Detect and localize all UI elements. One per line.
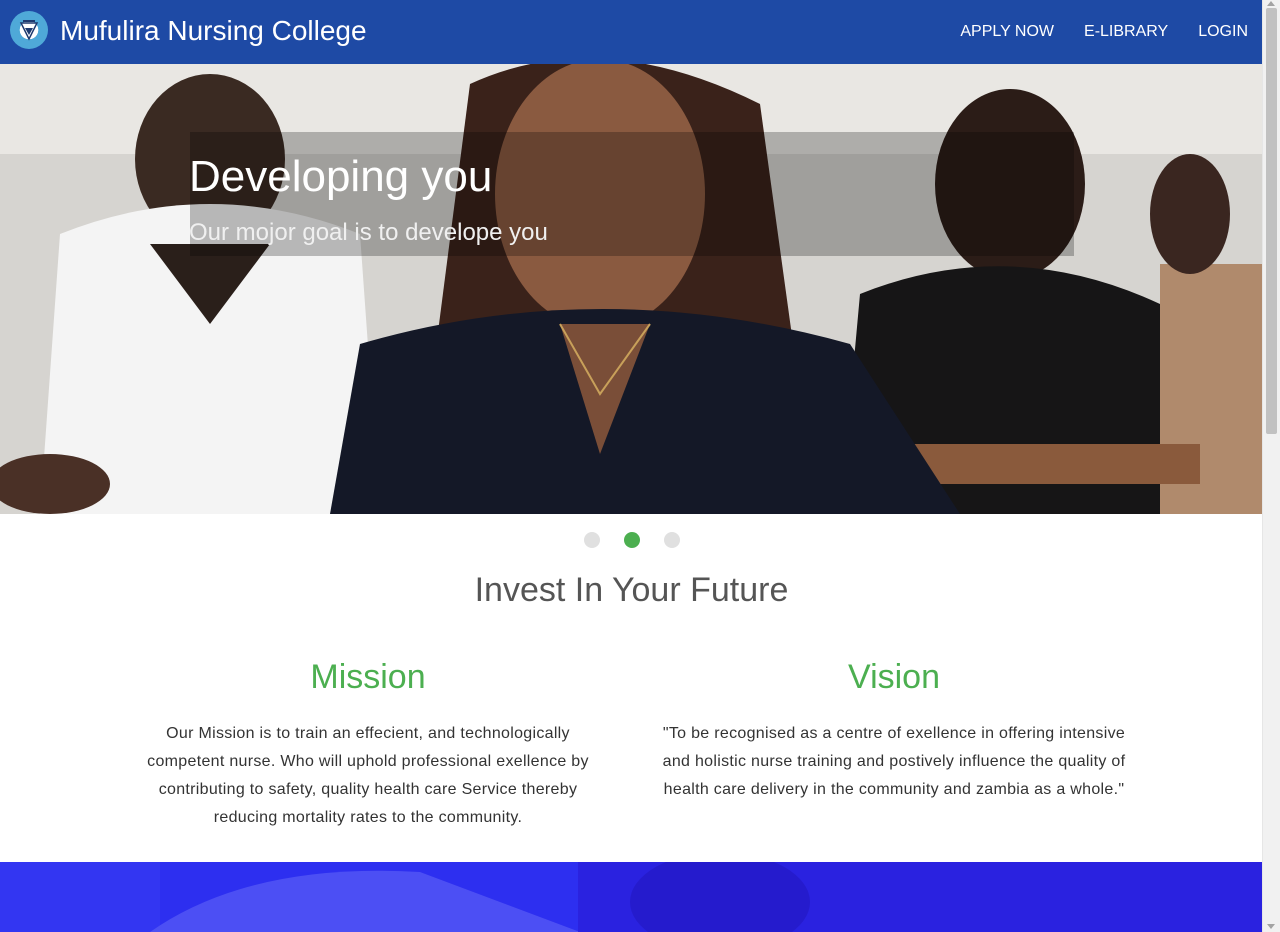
navbar: Mufulira Nursing College APPLY NOW E-LIB… xyxy=(0,0,1263,64)
nav-apply-now[interactable]: APPLY NOW xyxy=(960,23,1054,41)
hero-title: Developing you xyxy=(189,152,493,201)
carousel-indicator-3[interactable] xyxy=(664,532,680,548)
mission-text: Our Mission is to train an effecient, an… xyxy=(147,725,589,826)
vision-heading: Vision xyxy=(848,658,940,696)
brand-name[interactable]: Mufulira Nursing College xyxy=(60,14,367,48)
carousel-indicators xyxy=(584,532,704,548)
mission-heading: Mission xyxy=(310,658,426,696)
hero-carousel[interactable]: Developing you Our mojor goal is to deve… xyxy=(0,64,1263,514)
scrollbar-thumb[interactable] xyxy=(1266,8,1277,434)
page-scrollbar[interactable] xyxy=(1262,0,1280,932)
carousel-indicator-1[interactable] xyxy=(584,532,600,548)
college-crest-icon[interactable] xyxy=(10,11,48,49)
mission-column: Mission Our Mission is to train an effec… xyxy=(133,656,603,832)
nav-e-library[interactable]: E-LIBRARY xyxy=(1084,23,1168,41)
nav-login[interactable]: LOGIN xyxy=(1198,23,1248,41)
scroll-up-icon[interactable] xyxy=(1267,1,1275,6)
nav-links: APPLY NOW E-LIBRARY LOGIN xyxy=(930,0,1248,64)
hero-subtitle: Our mojor goal is to develope you xyxy=(189,219,548,246)
banner-photo xyxy=(0,862,1263,932)
scroll-down-icon[interactable] xyxy=(1267,924,1275,929)
bottom-banner xyxy=(0,862,1263,932)
section-title: Invest In Your Future xyxy=(474,571,789,609)
vision-text: "To be recognised as a centre of exellen… xyxy=(662,725,1126,798)
carousel-indicator-2[interactable] xyxy=(624,532,640,548)
vision-column: Vision "To be recognised as a centre of … xyxy=(659,656,1129,804)
